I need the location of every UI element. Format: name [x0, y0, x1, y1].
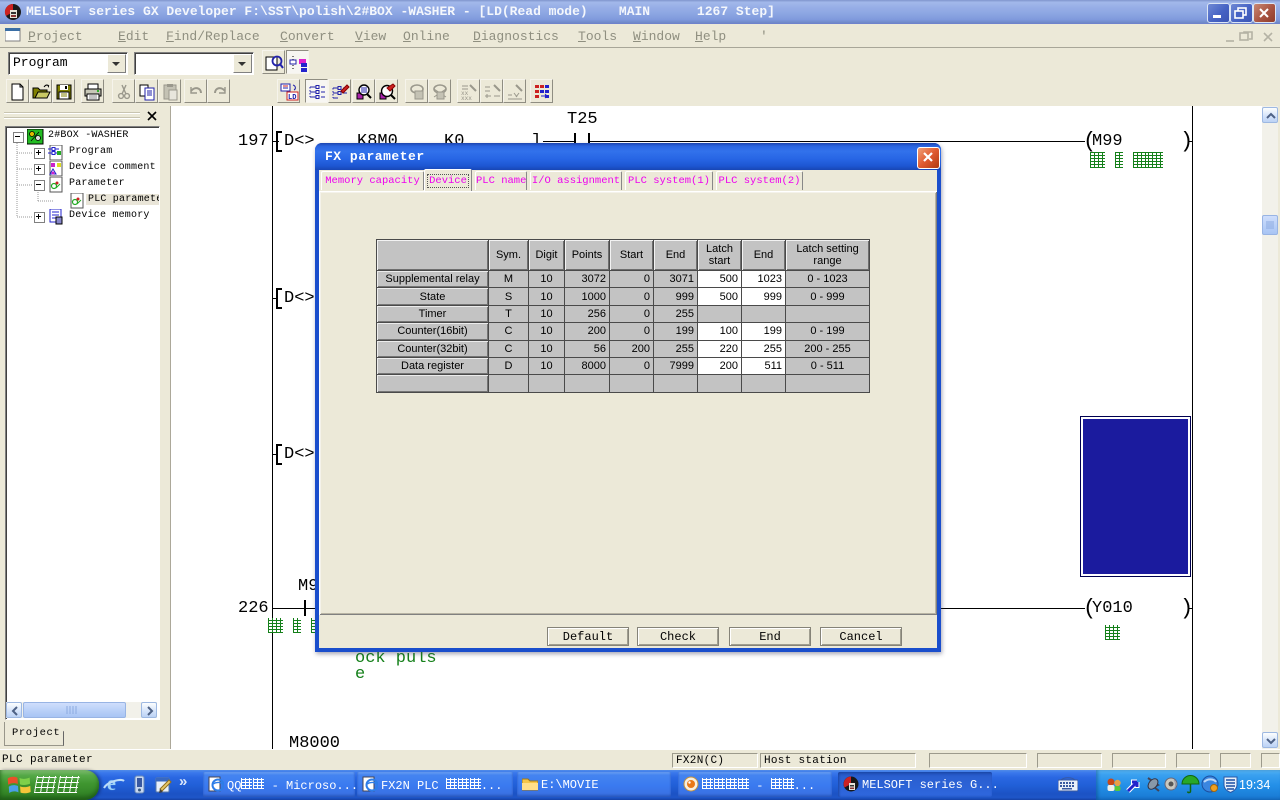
svg-text:LD: LD: [288, 94, 296, 101]
svg-text:xxx: xxx: [461, 95, 472, 101]
